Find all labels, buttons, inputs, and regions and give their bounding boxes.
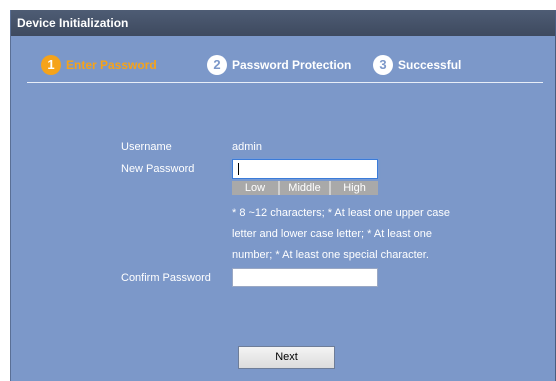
step-label-password-protection: Password Protection — [232, 58, 352, 72]
step-number-2: 2 — [207, 55, 227, 75]
step-enter-password: 1 Enter Password — [41, 54, 157, 76]
window-title: Device Initialization — [11, 10, 555, 36]
password-rule-line: letter and lower case letter; * At least… — [232, 228, 432, 240]
new-password-label: New Password — [121, 163, 195, 175]
password-rule-line: number; * At least one special character… — [232, 249, 429, 261]
next-button[interactable]: Next — [238, 346, 335, 369]
username-value: admin — [232, 141, 262, 153]
new-password-field[interactable] — [232, 159, 378, 179]
step-successful: 3 Successful — [373, 54, 461, 76]
step-password-protection: 2 Password Protection — [207, 54, 351, 76]
step-label-successful: Successful — [398, 58, 462, 72]
confirm-password-field[interactable] — [232, 268, 378, 287]
step-number-1: 1 — [41, 55, 61, 75]
step-number-3: 3 — [373, 55, 393, 75]
strength-high: High — [331, 181, 378, 195]
password-rules: * 8 ~12 characters; * At least one upper… — [232, 206, 462, 269]
strength-low: Low — [232, 181, 278, 195]
step-label-enter-password: Enter Password — [66, 58, 157, 72]
username-label: Username — [121, 141, 172, 153]
confirm-password-label: Confirm Password — [121, 272, 211, 284]
device-initialization-dialog: Device Initialization 1 Enter Password 2… — [10, 10, 556, 381]
step-indicator: 1 Enter Password 2 Password Protection 3… — [11, 36, 555, 96]
text-caret — [238, 163, 239, 175]
strength-middle: Middle — [280, 181, 329, 195]
password-strength-meter: Low Middle High — [232, 181, 378, 195]
header-divider — [27, 82, 543, 83]
password-rule-line: * 8 ~12 characters; * At least one upper… — [232, 207, 450, 219]
